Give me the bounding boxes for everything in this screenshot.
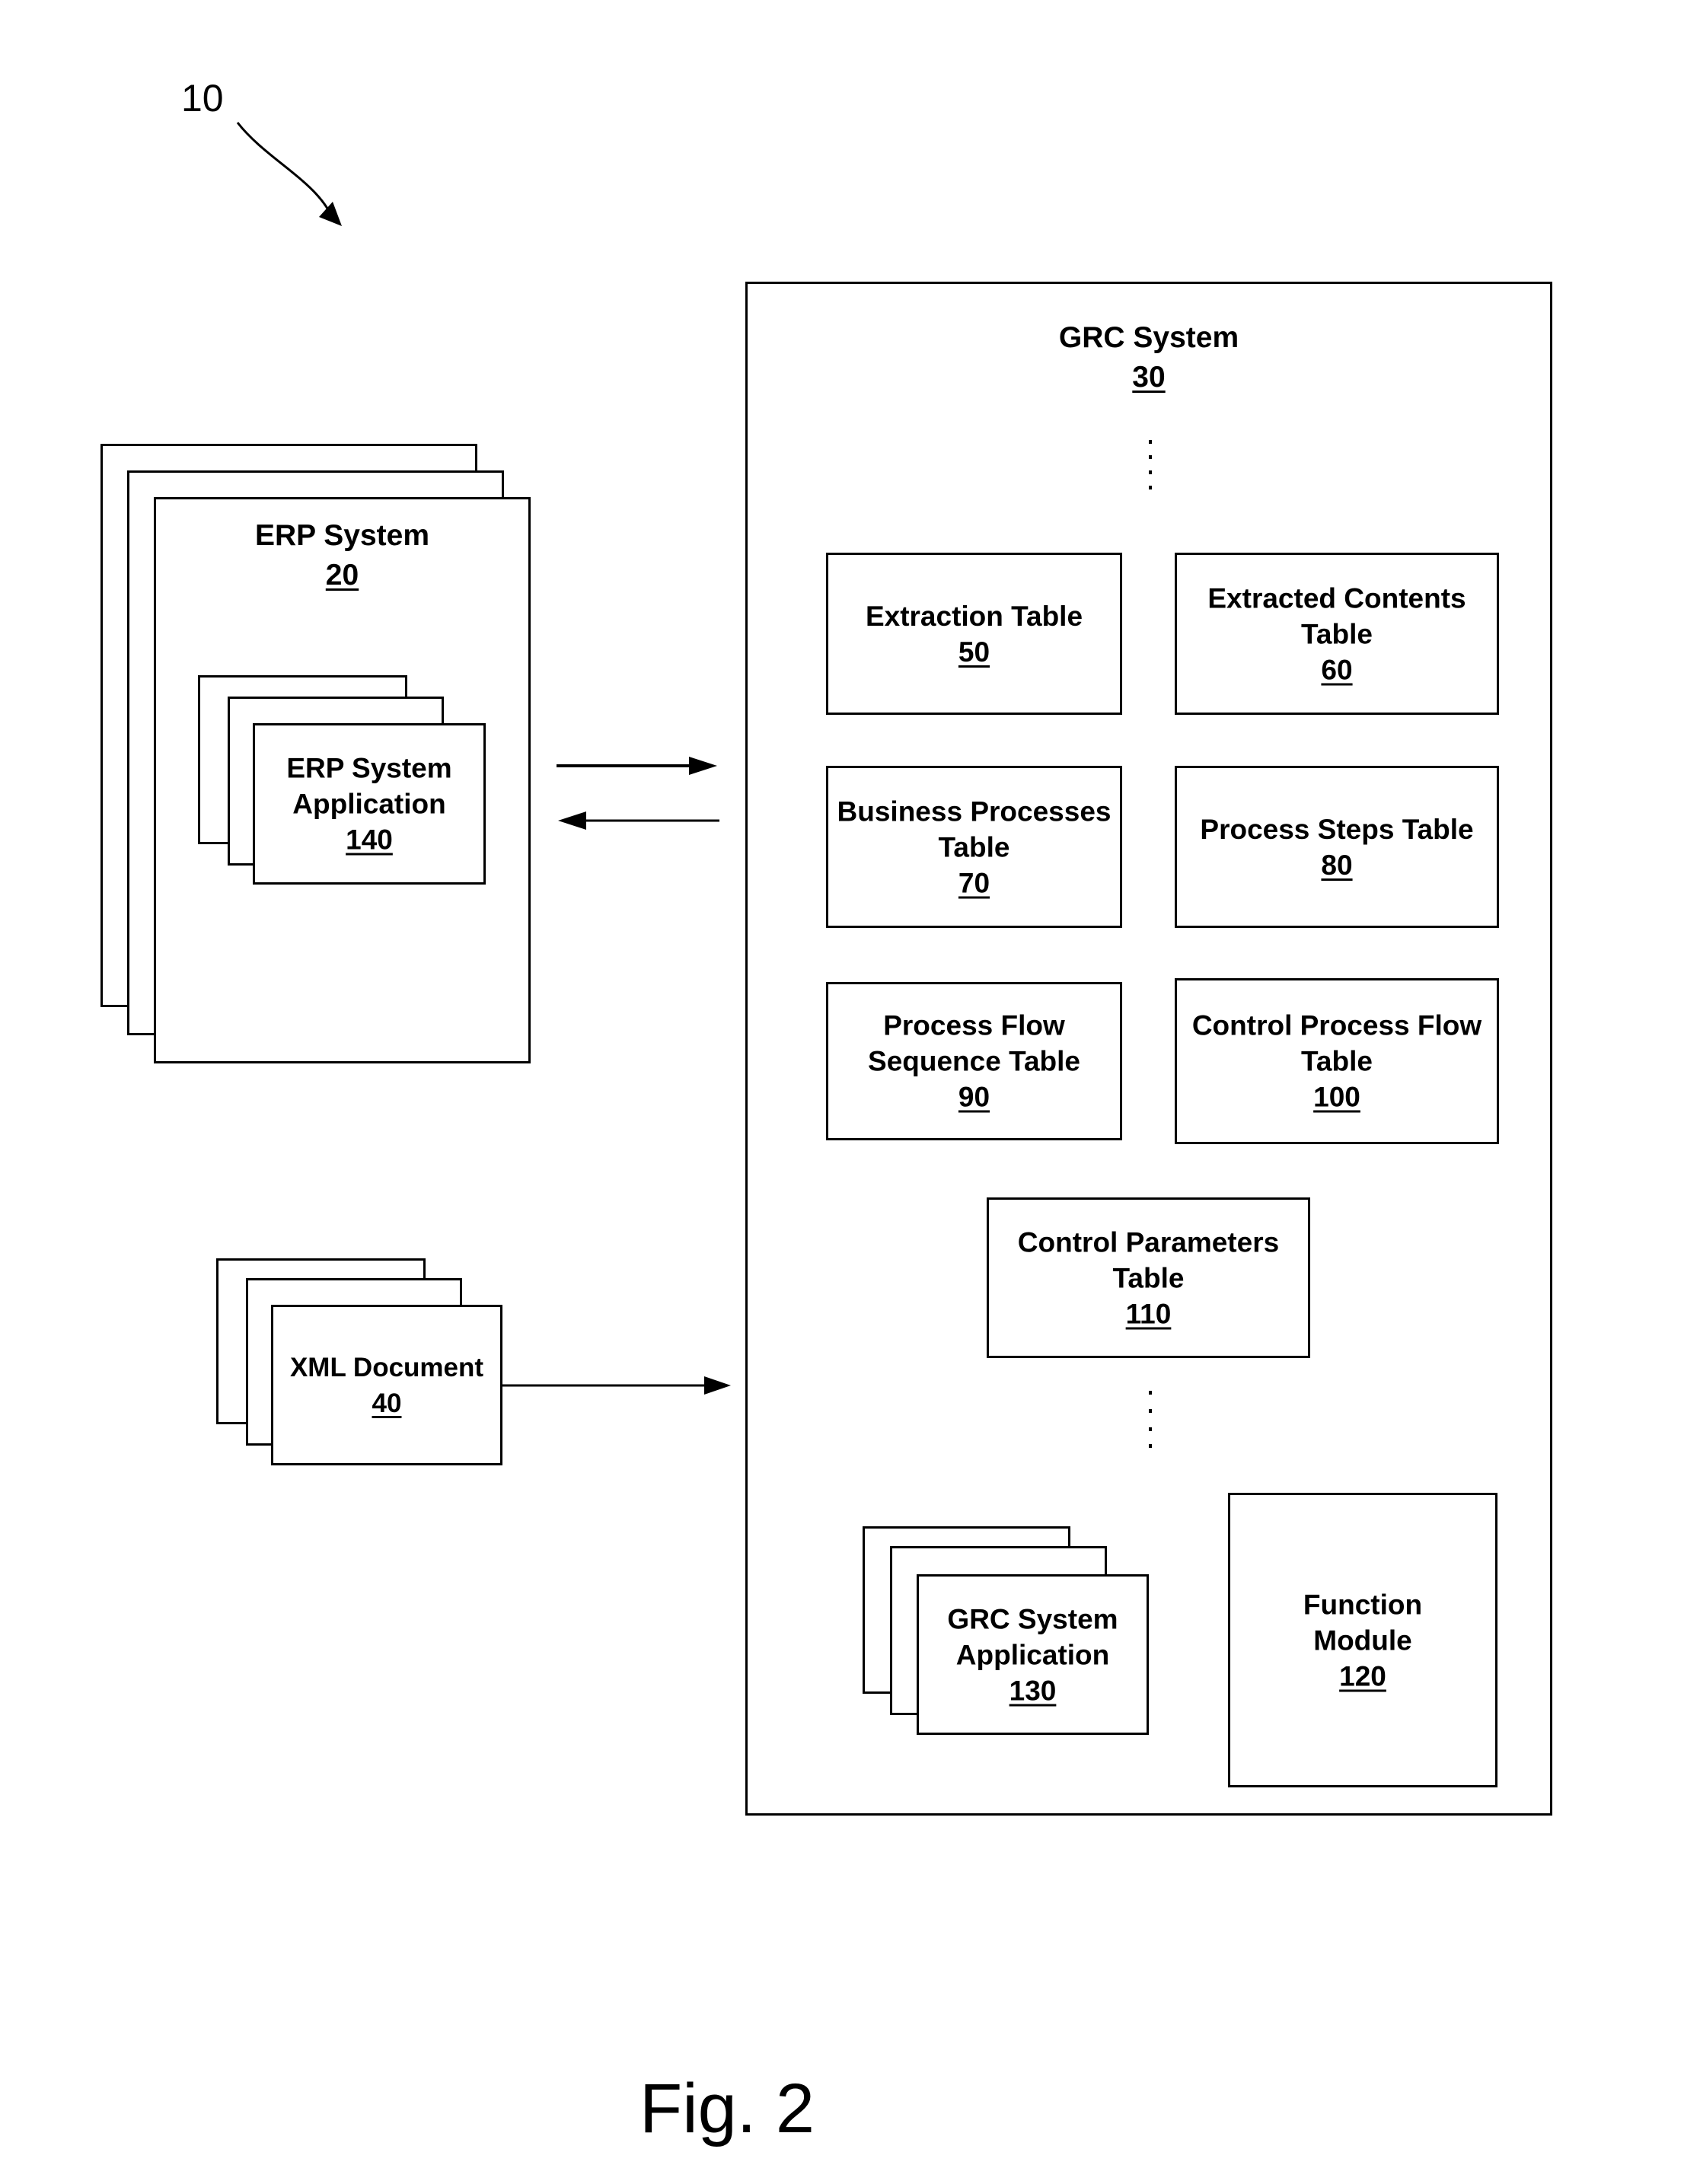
extraction-table-box[interactable]: Extraction Table 50	[826, 553, 1122, 715]
table-label: Extracted Contents Table 60	[1177, 580, 1497, 687]
xml-document-box[interactable]: XML Document 40	[271, 1305, 502, 1465]
table-title: Process Flow Sequence Table	[868, 1009, 1080, 1077]
erp-system-label: ERP System 20	[156, 516, 528, 595]
function-module-number: 120	[1339, 1660, 1386, 1691]
erp-app-title: ERP System Application	[286, 752, 452, 820]
erp-app-number: 140	[346, 824, 393, 856]
reference-numeral: 10	[181, 77, 224, 120]
reference-leader-arrowhead	[319, 202, 342, 226]
erp-system-application-box[interactable]: ERP System Application 140	[253, 723, 486, 885]
function-module-label: Function Module 120	[1230, 1586, 1495, 1694]
table-number: 60	[1321, 654, 1353, 685]
table-number: 90	[958, 1081, 990, 1113]
grc-system-label: GRC System 30	[748, 318, 1550, 397]
grc-system-application-box[interactable]: GRC System Application 130	[917, 1574, 1149, 1735]
erp-to-grc-arrowhead	[689, 757, 717, 775]
erp-system-title: ERP System	[254, 519, 430, 552]
process-flow-sequence-table-box[interactable]: Process Flow Sequence Table 90	[826, 982, 1122, 1140]
table-title: Process Steps Table	[1200, 813, 1474, 845]
grc-app-label: GRC System Application 130	[919, 1601, 1147, 1708]
erp-app-label: ERP System Application 140	[255, 751, 483, 858]
grc-system-number: 30	[1132, 361, 1166, 394]
xml-to-grc-arrowhead	[704, 1376, 731, 1395]
figure-caption: Fig. 2	[639, 2070, 815, 2147]
table-label: Extraction Table 50	[828, 598, 1120, 670]
function-module-box[interactable]: Function Module 120	[1228, 1493, 1497, 1787]
erp-system-number: 20	[325, 559, 359, 591]
table-label: Process Steps Table 80	[1177, 811, 1497, 883]
table-number: 50	[958, 636, 990, 668]
grc-app-title: GRC System Application	[947, 1603, 1118, 1670]
table-number: 80	[1321, 849, 1353, 881]
control-parameters-table-box[interactable]: Control Parameters Table 110	[987, 1197, 1310, 1358]
table-title: Extraction Table	[865, 600, 1083, 632]
process-steps-table-box[interactable]: Process Steps Table 80	[1175, 766, 1499, 928]
grc-to-erp-arrowhead	[558, 811, 586, 830]
table-number: 70	[958, 867, 990, 898]
business-processes-table-box[interactable]: Business Processes Table 70	[826, 766, 1122, 928]
table-title: Business Processes Table	[837, 795, 1112, 862]
function-module-title: Function Module	[1303, 1589, 1423, 1656]
control-process-flow-table-box[interactable]: Control Process Flow Table 100	[1175, 978, 1499, 1144]
table-number: 110	[1125, 1298, 1172, 1329]
table-title: Extracted Contents Table	[1207, 582, 1466, 649]
grc-system-title: GRC System	[1058, 321, 1239, 354]
xml-document-title: XML Document	[289, 1352, 484, 1382]
table-label: Control Process Flow Table 100	[1177, 1008, 1497, 1115]
table-label: Business Processes Table 70	[828, 793, 1120, 901]
table-label: Process Flow Sequence Table 90	[828, 1008, 1120, 1115]
table-number: 100	[1313, 1081, 1360, 1113]
extracted-contents-table-box[interactable]: Extracted Contents Table 60	[1175, 553, 1499, 715]
table-label: Control Parameters Table 110	[989, 1224, 1308, 1331]
table-title: Control Process Flow Table	[1191, 1009, 1482, 1077]
grc-app-number: 130	[1009, 1675, 1057, 1706]
table-title: Control Parameters Table	[1017, 1226, 1280, 1293]
xml-document-label: XML Document 40	[273, 1350, 500, 1421]
reference-leader-arrow	[236, 122, 335, 222]
xml-document-number: 40	[372, 1388, 402, 1418]
